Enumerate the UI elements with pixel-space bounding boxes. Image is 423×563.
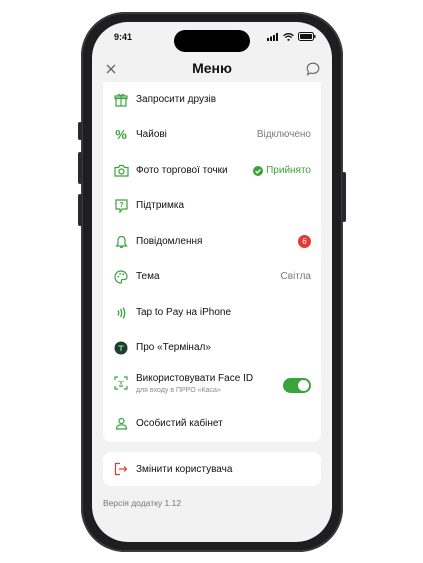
menu-item-notifications[interactable]: Повідомлення 6 bbox=[103, 224, 321, 259]
menu-item-label: Про «Термінал» bbox=[136, 342, 211, 353]
gift-icon bbox=[113, 92, 129, 108]
page-title: Меню bbox=[192, 60, 232, 76]
menu-item-about[interactable]: Про «Термінал» bbox=[103, 330, 321, 365]
bell-icon bbox=[113, 234, 129, 250]
menu-item-label: Тема bbox=[136, 271, 160, 282]
terminal-logo-icon bbox=[113, 340, 129, 356]
action-button bbox=[78, 122, 82, 140]
signal-icon bbox=[267, 32, 278, 41]
volume-down-button bbox=[78, 194, 82, 226]
percent-icon: % bbox=[115, 127, 127, 142]
status-bar: 9:41 bbox=[92, 22, 332, 54]
volume-up-button bbox=[78, 152, 82, 184]
help-icon: ? bbox=[113, 198, 129, 214]
chat-bubble-icon bbox=[306, 62, 320, 76]
theme-value: Світла bbox=[280, 271, 311, 282]
user-icon bbox=[113, 416, 129, 432]
menu-item-tips[interactable]: % Чайові Відключено bbox=[103, 117, 321, 152]
menu-item-tap-to-pay[interactable]: Tap to Pay на iPhone bbox=[103, 295, 321, 330]
menu-item-label: Tap to Pay на iPhone bbox=[136, 307, 232, 318]
menu-item-theme[interactable]: Тема Світла bbox=[103, 259, 321, 294]
menu-item-label: Особистий кабінет bbox=[136, 418, 223, 429]
chat-button[interactable] bbox=[304, 60, 322, 78]
palette-icon bbox=[113, 269, 129, 285]
face-id-toggle[interactable] bbox=[283, 377, 311, 393]
status-time: 9:41 bbox=[114, 32, 133, 42]
check-circle-icon bbox=[253, 165, 264, 176]
menu-item-personal-cabinet[interactable]: Особистий кабінет bbox=[103, 406, 321, 441]
camera-icon bbox=[113, 163, 129, 179]
menu-item-label: Фото торгової точки bbox=[136, 165, 228, 176]
wifi-icon bbox=[283, 32, 294, 41]
battery-icon bbox=[298, 32, 316, 41]
menu-item-label: Підтримка bbox=[136, 200, 185, 211]
menu-list: Запросити друзів % Чайові Відключено Фот… bbox=[103, 82, 321, 442]
switch-user-button[interactable]: Змінити користувача bbox=[103, 452, 321, 486]
menu-item-support[interactable]: ? Підтримка bbox=[103, 188, 321, 223]
photo-status: Прийнято bbox=[253, 165, 311, 176]
menu-item-label: Запросити друзів bbox=[136, 94, 217, 105]
menu-item-face-id: Використовувати Face ID для входу в ПРРО… bbox=[103, 366, 321, 404]
menu-item-label: Чайові bbox=[136, 129, 167, 140]
photo-status-label: Прийнято bbox=[266, 165, 311, 176]
contactless-icon bbox=[113, 305, 129, 321]
notification-count-badge: 6 bbox=[298, 235, 311, 248]
face-id-icon bbox=[113, 375, 129, 391]
switch-user-row: Змінити користувача bbox=[103, 452, 321, 486]
app-version: Версія додатку 1.12 bbox=[103, 498, 182, 508]
power-button bbox=[342, 172, 346, 222]
dynamic-island bbox=[174, 30, 250, 52]
switch-user-label: Змінити користувача bbox=[136, 463, 233, 475]
toggle-knob bbox=[298, 379, 309, 391]
svg-text:?: ? bbox=[119, 200, 124, 209]
status-icons bbox=[267, 32, 316, 41]
menu-item-label: Використовувати Face ID bbox=[136, 373, 254, 384]
menu-item-store-photo[interactable]: Фото торгової точки Прийнято bbox=[103, 153, 321, 188]
menu-item-label: Повідомлення bbox=[136, 236, 203, 247]
top-header: Меню bbox=[92, 54, 332, 84]
phone-screen: 9:41 Меню Запросити друзів % Чайові Відк… bbox=[92, 22, 332, 542]
tips-status-value: Відключено bbox=[256, 129, 311, 140]
face-id-sublabel: для входу в ПРРО «Касa» bbox=[136, 387, 221, 394]
logout-icon bbox=[113, 461, 129, 477]
menu-item-invite-friends[interactable]: Запросити друзів bbox=[103, 82, 321, 117]
